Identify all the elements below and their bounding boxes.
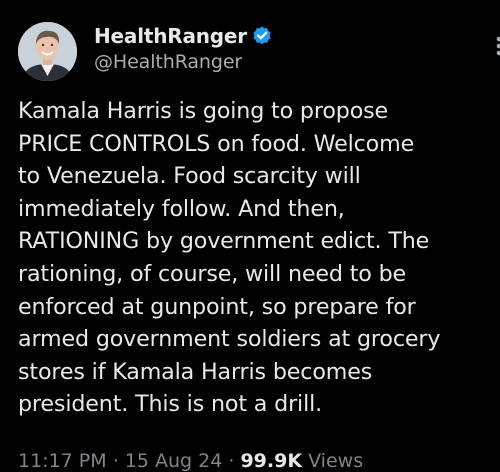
- views-label: Views: [302, 450, 364, 472]
- avatar-image: [18, 22, 77, 81]
- views-count: 99.9K: [240, 450, 303, 472]
- meta-separator: ·: [106, 450, 125, 472]
- tweet-date[interactable]: 15 Aug 24: [125, 450, 223, 472]
- display-name-row: HealthRanger: [94, 22, 273, 50]
- avatar[interactable]: [18, 22, 77, 81]
- tweet-time[interactable]: 11:17 PM: [18, 450, 107, 472]
- tweet: HealthRanger @HealthRanger Kamala Harris…: [0, 0, 500, 472]
- display-name[interactable]: HealthRanger: [94, 24, 247, 48]
- author-names[interactable]: HealthRanger @HealthRanger: [94, 22, 273, 73]
- verified-badge-icon: [251, 25, 273, 47]
- tweet-meta: 11:17 PM · 15 Aug 24 · 99.9K Views: [18, 450, 363, 472]
- meta-separator-2: ·: [222, 450, 241, 472]
- more-vertical-icon[interactable]: [492, 30, 500, 60]
- author-handle[interactable]: @HealthRanger: [94, 51, 273, 73]
- tweet-text: Kamala Harris is going to propose PRICE …: [18, 98, 441, 418]
